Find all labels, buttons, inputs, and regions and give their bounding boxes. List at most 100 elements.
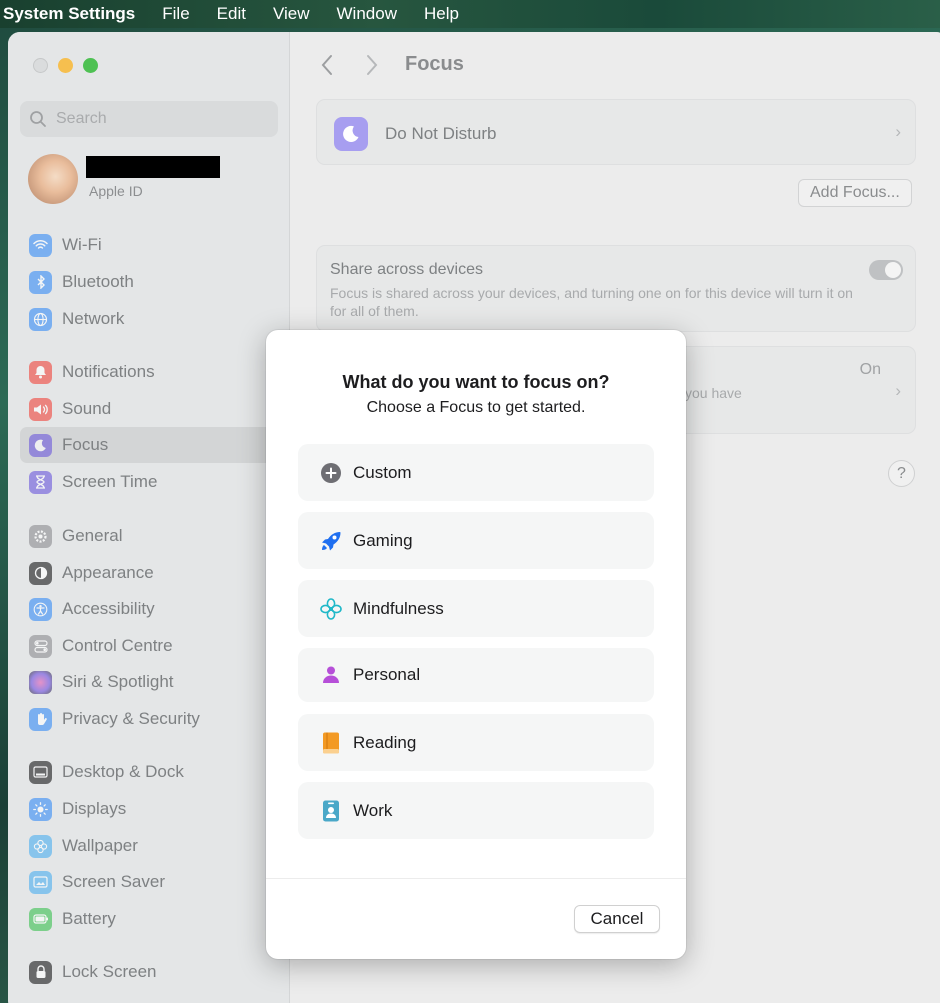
do-not-disturb-label: Do Not Disturb xyxy=(385,124,497,143)
sidebar-item-battery[interactable]: Battery xyxy=(20,901,282,937)
sidebar-item-focus[interactable]: Focus xyxy=(20,427,282,463)
speaker-icon xyxy=(29,397,52,421)
sidebar-item-sound[interactable]: Sound xyxy=(20,391,282,427)
sidebar-item-label: Screen Time xyxy=(62,472,158,491)
focus-option-custom[interactable]: Custom xyxy=(298,444,654,501)
wifi-icon xyxy=(29,233,52,257)
sidebar-item-label: Siri & Spotlight xyxy=(62,672,174,691)
menu-window[interactable]: Window xyxy=(337,4,397,24)
menu-app-name[interactable]: System Settings xyxy=(3,4,135,24)
search-icon xyxy=(30,111,46,127)
focus-option-label: Custom xyxy=(353,462,412,482)
dialog-subtitle: Choose a Focus to get started. xyxy=(366,399,586,416)
sidebar-item-label: Network xyxy=(62,309,125,328)
chevron-left-icon xyxy=(321,55,332,75)
dock-icon xyxy=(29,760,52,784)
share-title: Share across devices xyxy=(330,261,483,278)
sidebar-item-wallpaper[interactable]: Wallpaper xyxy=(20,828,282,864)
window-controls xyxy=(33,58,98,73)
sidebar-item-label: Accessibility xyxy=(62,599,155,618)
avatar xyxy=(28,154,78,204)
sidebar-item-label: Screen Saver xyxy=(62,872,165,891)
minimize-window-button[interactable] xyxy=(58,58,73,73)
menu-edit[interactable]: Edit xyxy=(217,4,246,24)
sidebar-item-control-centre[interactable]: Control Centre xyxy=(20,628,282,664)
close-window-button[interactable] xyxy=(33,58,48,73)
screensaver-icon xyxy=(29,870,52,894)
sidebar-item-screen-saver[interactable]: Screen Saver xyxy=(20,864,282,900)
focus-option-label: Mindfulness xyxy=(353,598,444,618)
cancel-button[interactable]: Cancel xyxy=(574,905,660,933)
person-icon xyxy=(319,663,343,687)
search-input[interactable]: Search xyxy=(20,101,278,137)
do-not-disturb-row[interactable]: Do Not Disturb › xyxy=(316,99,916,165)
appearance-icon xyxy=(29,561,52,585)
page-title: Focus xyxy=(405,53,464,75)
sidebar-item-label: Wallpaper xyxy=(62,836,138,855)
moon-icon xyxy=(334,117,368,151)
sidebar-item-appearance[interactable]: Appearance xyxy=(20,555,282,591)
zoom-window-button[interactable] xyxy=(83,58,98,73)
focus-option-label: Gaming xyxy=(353,530,413,550)
add-focus-button[interactable]: Add Focus... xyxy=(798,179,912,207)
bell-icon xyxy=(29,360,52,384)
search-placeholder: Search xyxy=(56,110,107,127)
share-across-devices-row: Share across devices Focus is shared acr… xyxy=(316,245,916,332)
dialog-divider xyxy=(266,878,686,879)
plus-circle-icon xyxy=(319,461,343,485)
sidebar-item-label: General xyxy=(62,526,123,545)
focus-option-mindfulness[interactable]: Mindfulness xyxy=(298,580,654,637)
back-button[interactable] xyxy=(320,54,334,82)
sidebar-item-network[interactable]: Network xyxy=(20,301,282,337)
chevron-right-icon: › xyxy=(895,381,901,400)
focus-option-label: Work xyxy=(353,800,393,820)
sidebar-item-notifications[interactable]: Notifications xyxy=(20,354,282,390)
sidebar-item-privacy-security[interactable]: Privacy & Security xyxy=(20,701,282,737)
chevron-right-icon: › xyxy=(895,122,901,141)
focus-option-reading[interactable]: Reading xyxy=(298,714,654,771)
sidebar-item-label: Appearance xyxy=(62,563,154,582)
forward-button[interactable] xyxy=(365,54,379,82)
sidebar-item-accessibility[interactable]: Accessibility xyxy=(20,591,282,627)
focus-status-value: On xyxy=(859,361,881,378)
sidebar-item-screen-time[interactable]: Screen Time xyxy=(20,464,282,500)
battery-icon xyxy=(29,907,52,931)
sidebar-item-label: Sound xyxy=(62,399,112,418)
focus-status-description: you have xyxy=(685,385,742,401)
sidebar-item-general[interactable]: General xyxy=(20,518,282,554)
share-description: Focus is shared across your devices, and… xyxy=(330,285,853,319)
flower-icon xyxy=(319,597,343,621)
sidebar-item-displays[interactable]: Displays xyxy=(20,791,282,827)
redacted-name xyxy=(86,156,220,178)
sidebar-item-wifi[interactable]: Wi-Fi xyxy=(20,227,282,263)
menu-bar: System Settings File Edit View Window He… xyxy=(0,0,940,28)
focus-option-label: Personal xyxy=(353,665,421,684)
menu-help[interactable]: Help xyxy=(424,4,459,24)
sun-icon xyxy=(29,797,52,821)
menu-view[interactable]: View xyxy=(273,4,310,24)
share-toggle[interactable] xyxy=(869,260,903,280)
chevron-right-icon xyxy=(367,55,378,75)
sidebar-item-bluetooth[interactable]: Bluetooth xyxy=(20,264,282,300)
menu-file[interactable]: File xyxy=(162,4,189,24)
sidebar-item-siri-spotlight[interactable]: Siri & Spotlight xyxy=(20,664,282,700)
sidebar-item-label: Wi-Fi xyxy=(62,235,102,254)
focus-option-gaming[interactable]: Gaming xyxy=(298,512,654,569)
apple-id-label: Apple ID xyxy=(89,183,143,199)
sidebar-item-lock-screen[interactable]: Lock Screen xyxy=(20,954,282,990)
gear-icon xyxy=(29,524,52,548)
sidebar-item-label: Desktop & Dock xyxy=(62,762,184,781)
sidebar: Search Apple ID Wi-Fi Bluetooth Network … xyxy=(8,32,290,1003)
choose-focus-dialog: What do you want to focus on? Choose a F… xyxy=(266,330,686,959)
globe-icon xyxy=(29,307,52,331)
focus-option-work[interactable]: Work xyxy=(298,782,654,839)
sidebar-item-label: Lock Screen xyxy=(62,962,157,981)
apple-id-profile[interactable]: Apple ID xyxy=(28,154,278,208)
sidebar-item-label: Notifications xyxy=(62,362,155,381)
help-button[interactable]: ? xyxy=(888,460,915,487)
sidebar-item-label: Focus xyxy=(62,435,109,454)
sidebar-item-desktop-dock[interactable]: Desktop & Dock xyxy=(20,754,282,790)
bluetooth-icon xyxy=(29,270,52,294)
focus-option-personal[interactable]: Personal xyxy=(298,648,654,702)
hourglass-icon xyxy=(29,470,52,494)
